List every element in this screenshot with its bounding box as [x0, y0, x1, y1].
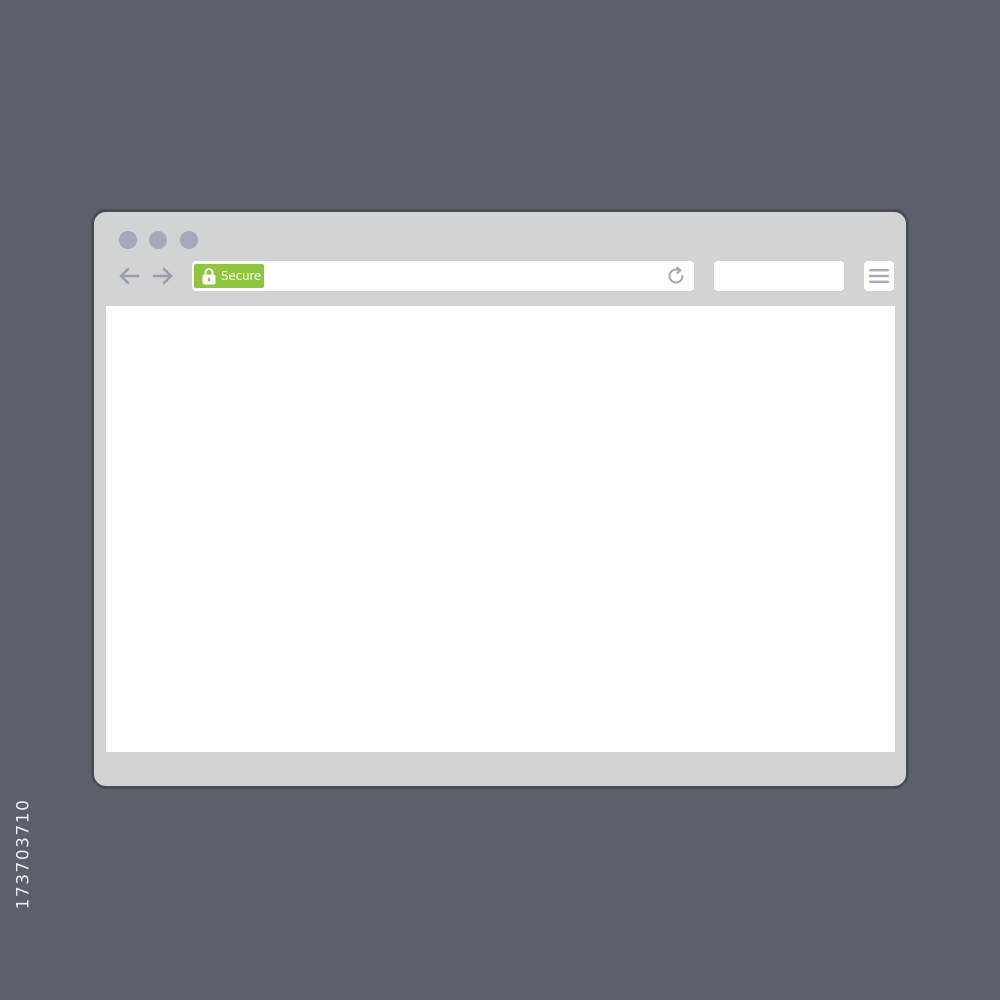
- menu-button[interactable]: [864, 261, 894, 291]
- address-bar[interactable]: Secure: [192, 261, 694, 291]
- window-close-button[interactable]: [119, 231, 137, 249]
- secure-badge[interactable]: Secure: [194, 264, 264, 288]
- window-minimize-button[interactable]: [149, 231, 167, 249]
- page-content-area[interactable]: [106, 306, 895, 752]
- stock-id-text: 173703710: [13, 798, 33, 910]
- reload-icon[interactable]: [666, 266, 686, 286]
- lock-icon: [202, 267, 216, 285]
- hamburger-menu-icon: [869, 268, 889, 284]
- browser-window: Secure: [94, 212, 906, 786]
- arrow-right-icon: [152, 267, 174, 285]
- search-input[interactable]: [714, 261, 844, 291]
- window-maximize-button[interactable]: [180, 231, 198, 249]
- back-button[interactable]: [116, 263, 142, 289]
- forward-button[interactable]: [150, 263, 176, 289]
- arrow-left-icon: [118, 267, 140, 285]
- stock-id-label: 173703710: [6, 768, 40, 940]
- url-input[interactable]: [270, 261, 648, 291]
- secure-label: Secure: [221, 269, 262, 283]
